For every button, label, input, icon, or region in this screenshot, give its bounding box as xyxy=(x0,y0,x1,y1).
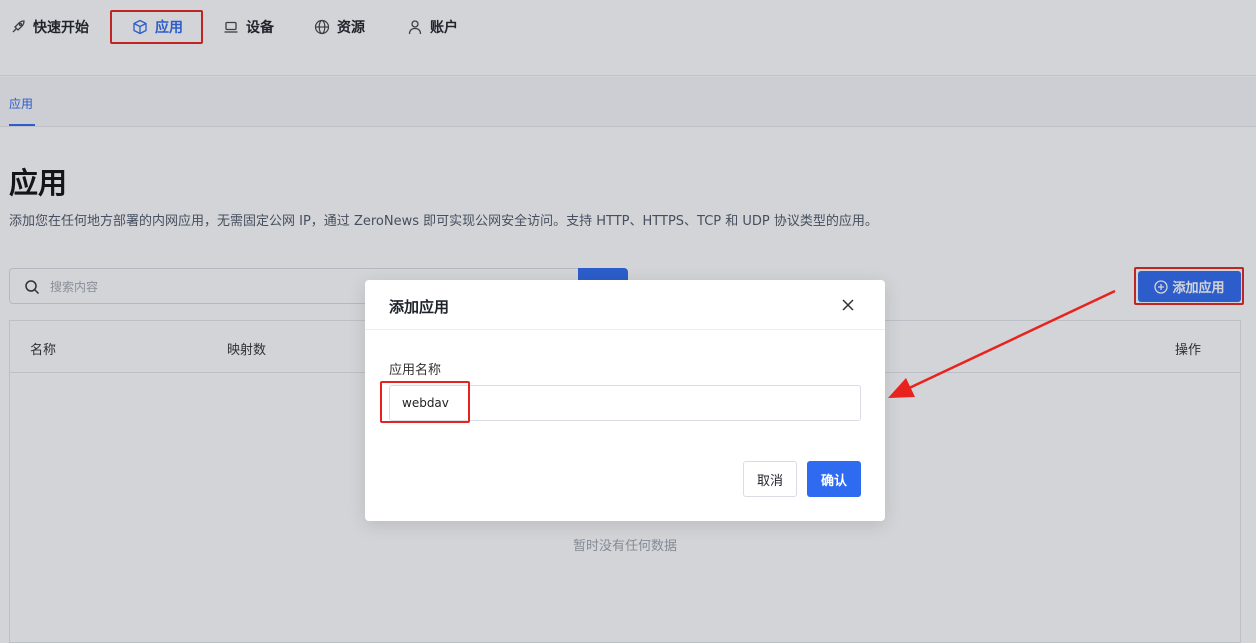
page: 快速开始 应用 设备 资源 账户 应用 应用 添加您在任何地方部署的内网应用，无… xyxy=(0,0,1256,643)
dialog-title: 添加应用 xyxy=(389,298,450,316)
close-icon[interactable] xyxy=(839,296,857,314)
app-name-label: 应用名称 xyxy=(389,363,442,378)
cancel-button[interactable]: 取消 xyxy=(743,461,797,497)
confirm-button[interactable]: 确认 xyxy=(807,461,861,497)
dialog-header: 添加应用 xyxy=(365,280,885,330)
highlight-box-app-name xyxy=(380,381,470,423)
